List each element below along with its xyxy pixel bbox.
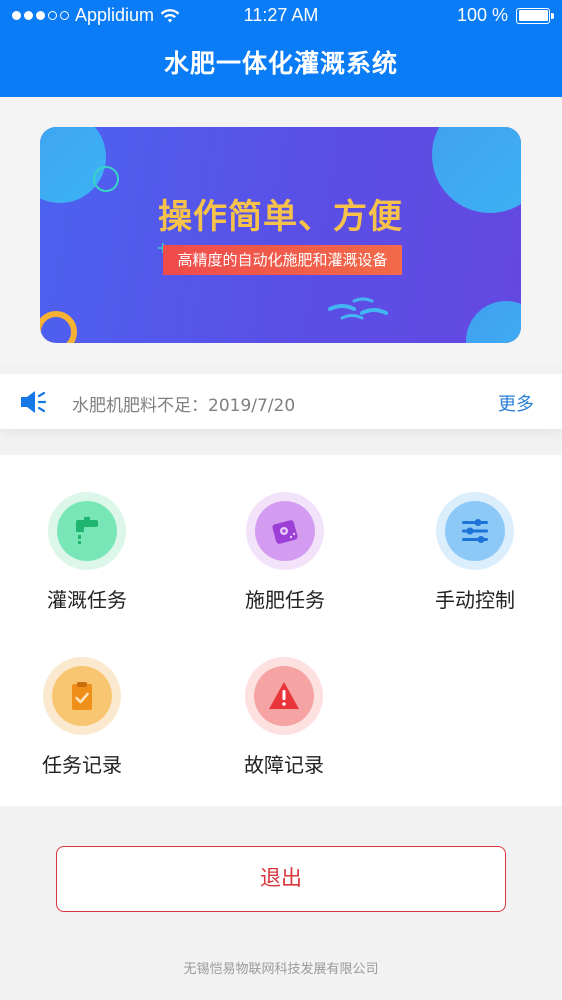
notice-bar: 水肥机肥料不足：2019/7/20 更多 [0, 374, 562, 429]
more-link[interactable]: 更多 [498, 390, 534, 416]
menu-icon-bg [436, 492, 514, 570]
notice-message: 水肥机肥料不足：2019/7/20 [72, 396, 296, 416]
menu-icon-bg [245, 657, 323, 735]
sliders-icon [462, 519, 488, 543]
menu-label: 施肥任务 [245, 588, 325, 612]
menu-label: 灌溉任务 [47, 588, 127, 612]
status-bar: Applidium 11:27 AM 100 % [0, 0, 562, 32]
banner-section: 操作简单、方便 高精度的自动化施肥和灌溉设备 [0, 97, 562, 365]
footer-company: 无锡恺易物联网科技发展有限公司 [183, 962, 379, 977]
banner-title: 操作简单、方便 [158, 197, 403, 237]
menu-label: 手动控制 [435, 588, 515, 612]
warning-icon [269, 682, 299, 709]
menu-manual-control[interactable]: 手动控制 [410, 492, 540, 613]
menu-task-records[interactable]: 任务记录 [17, 657, 147, 778]
menu-fertilize-task[interactable]: 施肥任务 [220, 492, 350, 613]
menu-icon-bg [246, 492, 324, 570]
page-title: 水肥一体化灌溉系统 [163, 49, 398, 78]
logout-button[interactable]: 退出 [56, 846, 506, 912]
fertilizer-icon [272, 520, 298, 544]
banner-subtitle: 高精度的自动化施肥和灌溉设备 [163, 245, 402, 275]
menu-label: 任务记录 [42, 753, 122, 777]
battery-percent: 100 % [456, 5, 508, 25]
menu-label: 故障记录 [244, 753, 324, 777]
speaker-icon [21, 391, 47, 413]
menu-fault-records[interactable]: 故障记录 [219, 657, 349, 778]
app-header: Applidium 11:27 AM 100 % 水肥一体化灌溉系统 [0, 0, 562, 97]
menu-irrigation-task[interactable]: 灌溉任务 [22, 492, 152, 613]
faucet-icon [76, 517, 98, 544]
battery-icon [516, 7, 554, 24]
menu-icon-bg [48, 492, 126, 570]
battery-status: 100 % [456, 5, 554, 26]
menu-icon-bg [43, 657, 121, 735]
clipboard-icon [72, 682, 92, 710]
promo-banner[interactable]: 操作简单、方便 高精度的自动化施肥和灌溉设备 [40, 127, 521, 343]
feature-menu: 灌溉任务 施肥任务 手动控制 任务记录 故障记录 [0, 455, 562, 806]
